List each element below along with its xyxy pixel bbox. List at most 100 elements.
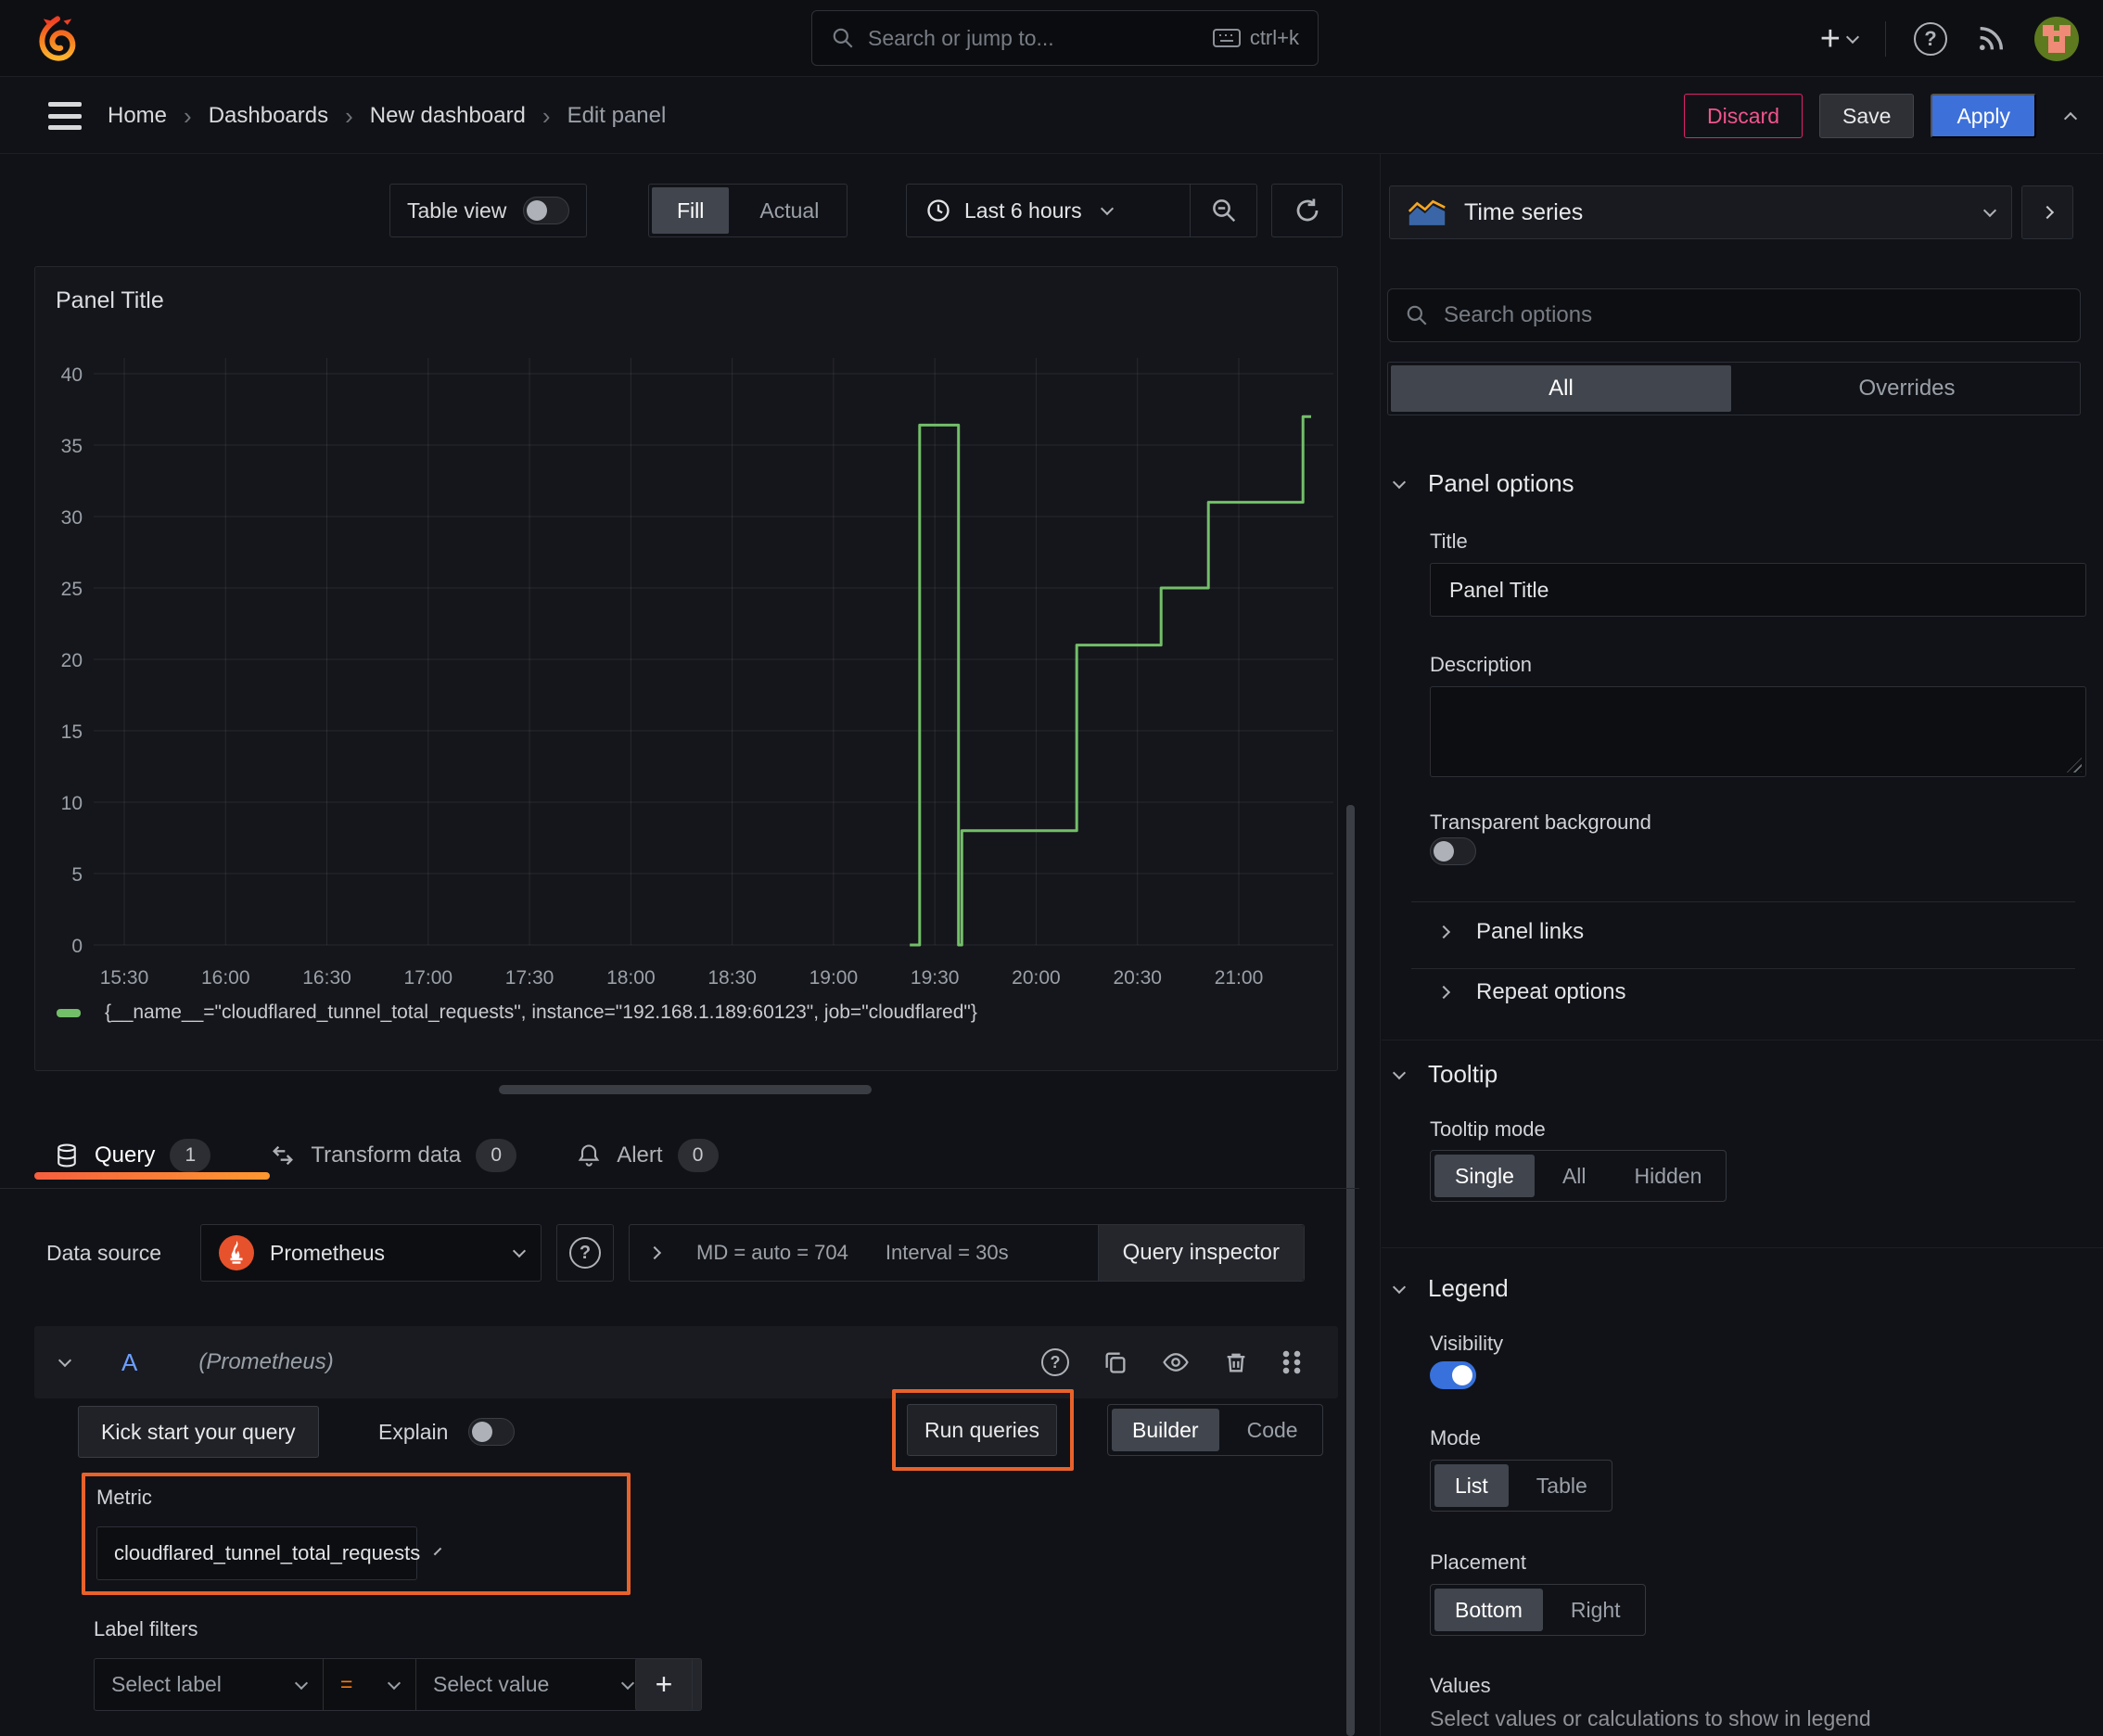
builder-option[interactable]: Builder	[1112, 1409, 1219, 1451]
news-rss-icon[interactable]	[1975, 23, 2007, 55]
tooltip-mode-switcher: Single All Hidden	[1430, 1150, 1727, 1202]
fill-option[interactable]: Fill	[652, 187, 730, 234]
placement-bottom-option[interactable]: Bottom	[1434, 1589, 1543, 1631]
tab-query[interactable]: Query 1	[54, 1138, 211, 1172]
legend-values-help: Select values or calculations to show in…	[1430, 1706, 1871, 1730]
main-scrollbar[interactable]	[1346, 805, 1355, 1736]
explain-toggle[interactable]	[468, 1418, 516, 1446]
sidebar-divider	[1380, 154, 1381, 1736]
run-queries-button[interactable]: Run queries	[907, 1404, 1057, 1456]
operator-dropdown[interactable]: =	[324, 1658, 416, 1711]
breadcrumb-home[interactable]: Home	[108, 103, 167, 129]
add-filter-button[interactable]: +	[635, 1658, 693, 1711]
svg-text:40: 40	[61, 364, 83, 386]
active-tab-indicator	[34, 1172, 270, 1180]
tab-query-label: Query	[95, 1142, 156, 1168]
drag-query-icon[interactable]	[1282, 1349, 1301, 1375]
tab-transform-label: Transform data	[311, 1142, 462, 1168]
save-button[interactable]: Save	[1819, 94, 1915, 138]
panel-links-section[interactable]: Panel links	[1436, 919, 1584, 945]
tab-alert[interactable]: Alert 0	[576, 1138, 719, 1172]
viz-suggestions-button[interactable]	[2021, 185, 2073, 239]
user-avatar[interactable]	[2034, 16, 2079, 61]
search-shortcut: ctrl+k	[1249, 26, 1299, 49]
legend-section-header[interactable]: Legend	[1392, 1274, 1509, 1303]
options-search-input[interactable]: Search options	[1387, 288, 2081, 342]
svg-text:20:00: 20:00	[1012, 967, 1061, 989]
actual-option[interactable]: Actual	[732, 185, 847, 236]
tab-all-options[interactable]: All	[1391, 365, 1731, 412]
description-textarea[interactable]	[1430, 686, 2086, 777]
global-search-input[interactable]: Search or jump to... ctrl+k	[811, 10, 1319, 66]
legend-series-label[interactable]: {__name__="cloudflared_tunnel_total_requ…	[105, 1002, 977, 1024]
refresh-button[interactable]	[1271, 184, 1343, 237]
panel-resize-handle[interactable]	[499, 1085, 872, 1094]
panel-title-input[interactable]: Panel Title	[1430, 563, 2086, 617]
hide-query-icon[interactable]	[1162, 1348, 1190, 1376]
fill-actual-switcher: Fill Actual	[648, 184, 848, 237]
zoom-out-button[interactable]	[1190, 185, 1256, 236]
section-divider	[1382, 1247, 2103, 1248]
datasource-help-button[interactable]: ?	[556, 1224, 614, 1282]
tooltip-section-header[interactable]: Tooltip	[1392, 1060, 1498, 1089]
breadcrumb-dashboards[interactable]: Dashboards	[209, 103, 328, 129]
query-row-header[interactable]: A (Prometheus) ?	[34, 1326, 1338, 1398]
time-range-control: Last 6 hours	[906, 184, 1257, 237]
time-range-label: Last 6 hours	[964, 198, 1082, 223]
collapse-header-icon[interactable]	[2063, 108, 2078, 126]
query-ref-id: A	[121, 1347, 138, 1376]
query-options-row: MD = auto = 704 Interval = 30s Query ins…	[629, 1224, 1305, 1282]
help-icon[interactable]: ?	[1914, 21, 1947, 56]
apply-button[interactable]: Apply	[1931, 94, 2036, 138]
time-range-picker[interactable]: Last 6 hours	[907, 198, 1190, 223]
collapse-query-icon[interactable]	[57, 1353, 72, 1368]
legend-table-option[interactable]: Table	[1512, 1464, 1612, 1507]
panel-options-sidebar: Time series Search options All Overrides…	[1382, 154, 2103, 1736]
select-label-dropdown[interactable]: Select label	[94, 1658, 324, 1711]
expand-options-icon[interactable]	[647, 1245, 662, 1260]
datasource-picker[interactable]: Prometheus	[200, 1224, 542, 1282]
grafana-logo-icon[interactable]	[33, 15, 82, 63]
svg-text:5: 5	[71, 864, 83, 886]
svg-text:30: 30	[61, 507, 83, 529]
code-option[interactable]: Code	[1223, 1409, 1322, 1451]
breadcrumb-new-dashboard[interactable]: New dashboard	[370, 103, 526, 129]
table-view-toggle[interactable]	[523, 197, 570, 224]
tooltip-all-option[interactable]: All	[1538, 1155, 1611, 1197]
kick-start-query-button[interactable]: Kick start your query	[78, 1406, 319, 1458]
menu-toggle-icon[interactable]	[48, 102, 82, 130]
legend-series-swatch[interactable]	[57, 1008, 81, 1017]
duplicate-query-icon[interactable]	[1102, 1349, 1128, 1375]
tooltip-mode-label: Tooltip mode	[1430, 1117, 1546, 1141]
bell-icon	[576, 1142, 602, 1168]
add-menu-button[interactable]: +	[1820, 21, 1860, 57]
breadcrumb: Home › Dashboards › New dashboard › Edit…	[108, 78, 666, 154]
legend-visibility-toggle[interactable]	[1430, 1361, 1476, 1389]
visualization-picker[interactable]: Time series	[1389, 185, 2012, 239]
placement-right-option[interactable]: Right	[1547, 1589, 1645, 1631]
datasource-label: Data source	[46, 1240, 162, 1265]
svg-text:15: 15	[61, 721, 83, 743]
legend-list-option[interactable]: List	[1434, 1464, 1509, 1507]
repeat-options-section[interactable]: Repeat options	[1436, 979, 1625, 1005]
select-value-dropdown[interactable]: Select value	[416, 1658, 650, 1711]
options-filter-tabs: All Overrides	[1387, 362, 2081, 415]
legend-placement-label: Placement	[1430, 1551, 1526, 1574]
query-help-icon[interactable]: ?	[1041, 1348, 1069, 1376]
tab-transform[interactable]: Transform data 0	[270, 1138, 517, 1172]
explain-label: Explain	[378, 1419, 449, 1444]
delete-query-icon[interactable]	[1223, 1349, 1249, 1375]
tooltip-hidden-option[interactable]: Hidden	[1611, 1155, 1727, 1197]
tooltip-single-option[interactable]: Single	[1434, 1155, 1535, 1197]
discard-button[interactable]: Discard	[1684, 94, 1803, 138]
metric-select[interactable]: cloudflared_tunnel_total_requests	[96, 1526, 442, 1580]
tab-overrides[interactable]: Overrides	[1737, 365, 2077, 412]
svg-text:19:30: 19:30	[911, 967, 960, 989]
keyboard-icon	[1212, 28, 1241, 48]
transparent-bg-toggle[interactable]	[1430, 837, 1476, 865]
panel-options-section-header[interactable]: Panel options	[1392, 469, 1574, 498]
query-inspector-button[interactable]: Query inspector	[1097, 1225, 1304, 1281]
svg-text:16:30: 16:30	[302, 967, 351, 989]
resize-corner-icon[interactable]	[2067, 758, 2082, 772]
svg-text:18:00: 18:00	[606, 967, 656, 989]
